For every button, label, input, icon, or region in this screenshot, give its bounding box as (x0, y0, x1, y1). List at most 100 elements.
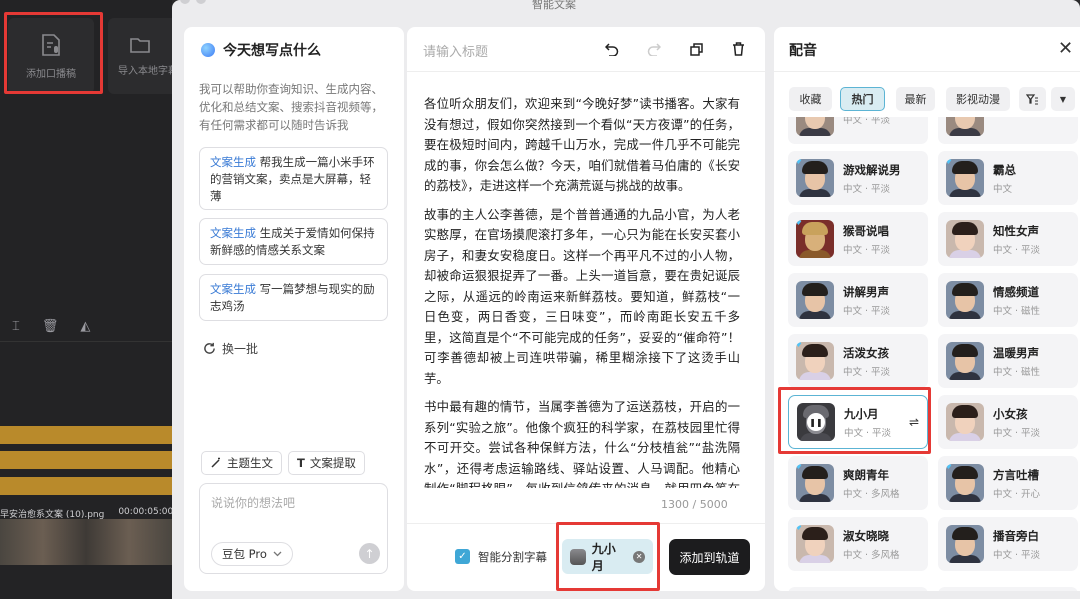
voice-avatar (796, 117, 834, 136)
audio-track-1[interactable] (0, 426, 172, 444)
chevron-down-icon (273, 551, 282, 557)
voice-card[interactable]: 情感频道 中文 · 磁性 (938, 273, 1078, 327)
voice-subtitle: 中文 · 平淡 (993, 549, 1041, 561)
voice-card[interactable]: ♦ 猴哥说唱 中文 · 平淡 (788, 212, 928, 266)
more-dropdown-button[interactable]: ▼ (1051, 87, 1075, 111)
refresh-icon (204, 342, 215, 354)
voice-subtitle: 中文 · 平淡 (843, 183, 891, 195)
voice-card[interactable]: ♦ 游戏解说男 中文 · 平淡 (788, 151, 928, 205)
smart-subtitle-label: 智能分割字幕 (478, 550, 547, 564)
suggestion-card-3[interactable]: 文案生成 写一篇梦想与现实的励志鸡汤 (199, 274, 388, 321)
mirror-icon[interactable]: ◭ (80, 319, 90, 334)
tab-newest[interactable]: 最新 (896, 87, 935, 111)
voice-text: 方言吐槽中文 · 开心 (993, 467, 1040, 500)
voice-text: 猴哥说唱 中文 · 平淡 (843, 223, 890, 256)
character-counter: 1300 / 5000 (661, 498, 728, 511)
voice-avatar: ♦ (946, 464, 984, 502)
audio-track-3[interactable] (0, 477, 172, 495)
assistant-orb-icon (201, 43, 215, 57)
voice-text: 播音旁白中文 · 平淡 (993, 528, 1040, 561)
voice-avatar: ♦ (946, 159, 984, 197)
audio-track-2[interactable] (0, 451, 172, 469)
suggestion-card-1[interactable]: 文案生成 帮我生成一篇小米手环的营销文案，卖点是大屏幕，轻薄 (199, 147, 388, 210)
extract-text-label: 文案提取 (309, 456, 356, 470)
voice-avatar (946, 220, 984, 258)
voice-text: 知性女声 中文 · 平淡 (993, 223, 1040, 256)
assistant-description: 我可以帮助你查询知识、生成内容、优化和总结文案、搜索抖音视频等，有任何需求都可以… (199, 82, 383, 132)
model-selector[interactable]: 豆包 Pro (211, 542, 293, 566)
voice-card[interactable]: ♦ 淑女晓晓 中文 · 多风格 (788, 517, 928, 571)
voice-subtitle: 中文 (993, 183, 1013, 195)
voice-name: 方言吐槽 (993, 467, 1039, 482)
voice-card[interactable]: 讲解男声 中文 · 平淡 (788, 273, 928, 327)
send-button[interactable]: ↑ (359, 543, 380, 564)
script-text-area[interactable]: 各位听众朋友们，欢迎来到“今晚好梦”读书播客。大家有没有想过，假如你突然接到一个… (424, 94, 740, 488)
voice-subtitle: 中文 · 开心 (993, 488, 1041, 500)
voice-text: 讲解男声 中文 · 平淡 (843, 284, 890, 317)
tab-film-anime[interactable]: 影视动漫 (946, 87, 1010, 111)
topic-to-text-button[interactable]: 主题生文 (201, 451, 282, 475)
voice-card-partial-2[interactable] (938, 117, 1078, 144)
voice-name: 讲解男声 (843, 284, 889, 299)
voice-card[interactable]: ♦ 方言吐槽中文 · 开心 (938, 456, 1078, 510)
model-name: 豆包 Pro (222, 547, 267, 561)
redo-icon[interactable] (645, 40, 663, 58)
voice-card[interactable]: 知性女声 中文 · 平淡 (938, 212, 1078, 266)
voice-card[interactable]: 小女孩 中文 · 平淡 (938, 395, 1078, 449)
trash-icon[interactable] (729, 40, 747, 58)
voice-card[interactable]: 温暖男声 中文 · 磁性 (938, 334, 1078, 388)
voice-panel-title: 配音 (789, 43, 817, 59)
voice-panel-divider (774, 71, 1080, 72)
voice-text: 活泼女孩 中文 · 平淡 (843, 345, 890, 378)
close-icon[interactable]: ✕ (1058, 38, 1073, 59)
voice-card-partial-3[interactable] (788, 587, 928, 591)
refresh-suggestions-button[interactable]: 换一批 (203, 340, 258, 357)
highlight-box-tool (4, 12, 103, 94)
voice-subtitle: 中文 · 多风格 (843, 488, 900, 500)
extract-text-button[interactable]: T 文案提取 (288, 451, 365, 475)
timeline-tools: ⌶ 🗑 ◭ (12, 319, 90, 334)
voice-card[interactable]: 播音旁白中文 · 平淡 (938, 517, 1078, 571)
undo-icon[interactable] (603, 40, 621, 58)
voice-name: 播音旁白 (993, 528, 1039, 543)
voice-avatar (946, 525, 984, 563)
voice-avatar (946, 403, 984, 441)
title-input[interactable]: 请输入标题 (423, 41, 488, 60)
import-subtitles-tool[interactable]: 导入本地字幕 (108, 18, 178, 94)
import-subtitles-label: 导入本地字幕 (118, 65, 178, 77)
check-icon: ✓ (458, 551, 467, 562)
suggestion-card-2[interactable]: 文案生成 生成关于爱情如何保持新鲜感的情感关系文案 (199, 218, 388, 265)
suggestion-tag: 文案生成 (210, 226, 256, 240)
voice-subtitle: 中文 · 磁性 (993, 366, 1041, 378)
voice-text: 霸总 中文 (993, 162, 1016, 195)
voice-name: 淑女晓晓 (843, 528, 889, 543)
voice-card[interactable]: ♦ 霸总 中文 (938, 151, 1078, 205)
diamond-vip-icon: ♦ (796, 525, 803, 533)
add-to-track-button[interactable]: 添加到轨道 (669, 539, 750, 575)
voice-name: 活泼女孩 (843, 345, 889, 360)
tab-favorites[interactable]: 收藏 (789, 87, 832, 111)
idea-input-placeholder[interactable]: 说说你的想法吧 (211, 494, 295, 511)
voice-text: 温暖男声 中文 · 磁性 (993, 345, 1040, 378)
voice-avatar (946, 342, 984, 380)
voice-avatar: ♦ (796, 159, 834, 197)
video-clip-thumbnails[interactable] (0, 519, 172, 565)
copy-icon[interactable] (687, 40, 705, 58)
caret-down-icon: ▼ (1059, 94, 1067, 104)
assistant-title-text: 今天想写点什么 (223, 43, 321, 59)
voice-text: 情感频道 中文 · 磁性 (993, 284, 1040, 317)
diamond-vip-icon: ♦ (796, 220, 803, 228)
voice-card[interactable]: ♦ 爽朗青年 中文 · 多风格 (788, 456, 928, 510)
smart-subtitle-checkbox[interactable]: ✓ (455, 549, 470, 564)
voice-card[interactable]: ♦ 活泼女孩 中文 · 平淡 (788, 334, 928, 388)
tab-hot[interactable]: 热门 (840, 87, 885, 111)
refresh-label: 换一批 (222, 342, 259, 356)
editor-divider (407, 71, 765, 72)
voice-card-partial-4[interactable] (938, 587, 1078, 591)
delete-icon[interactable]: 🗑 (42, 319, 59, 334)
assistant-title: 今天想写点什么 (201, 40, 321, 60)
voice-card-partial-1[interactable]: 中文 · 平淡 (788, 117, 928, 144)
filter-button[interactable] (1019, 87, 1046, 111)
folder-icon (130, 37, 150, 53)
split-icon[interactable]: ⌶ (12, 319, 20, 334)
